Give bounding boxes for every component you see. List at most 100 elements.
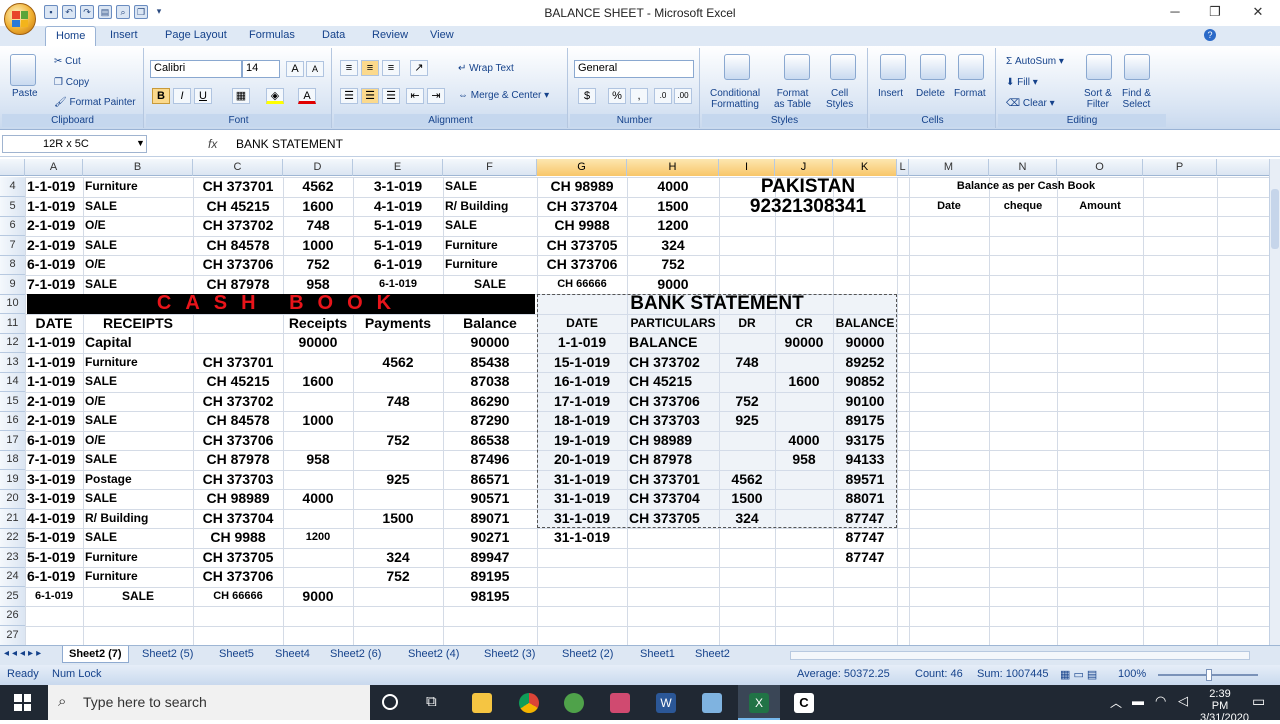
column-header[interactable]: C — [193, 159, 283, 176]
media-app-icon[interactable] — [610, 693, 630, 713]
sheet-tab[interactable]: Sheet2 (3) — [484, 648, 535, 660]
cell-styles-button[interactable]: Cell Styles — [826, 88, 853, 110]
column-header[interactable]: M — [909, 159, 989, 176]
receipts-cell[interactable]: 958 — [285, 450, 351, 470]
row-header[interactable]: 23 — [0, 548, 25, 568]
particulars-cell[interactable]: SALE — [85, 236, 191, 256]
zoom-level[interactable]: 100% — [1118, 668, 1146, 680]
cheque-cell[interactable]: CH 373702 — [195, 392, 281, 412]
format-cells-button[interactable]: Format — [954, 88, 986, 99]
bank-particulars-cell[interactable]: CH 373705 — [629, 509, 717, 529]
particulars-cell[interactable]: Furniture — [85, 548, 191, 568]
sheet-tab[interactable]: Sheet4 — [275, 648, 310, 660]
format-as-table-button[interactable]: Format as Table — [774, 88, 811, 110]
sheet-tab[interactable]: Sheet2 (5) — [142, 648, 193, 660]
amount-cell[interactable]: 1200 — [629, 216, 717, 236]
bank-balance-cell[interactable]: 87747 — [835, 548, 895, 568]
tab-insert[interactable]: Insert — [110, 29, 138, 41]
bank-particulars-cell[interactable]: CH 87978 — [629, 450, 717, 470]
bank-particulars-cell[interactable]: BALANCE — [629, 333, 717, 353]
cheque-cell[interactable]: CH 9988 — [195, 528, 281, 548]
particulars-cell[interactable]: Furniture — [85, 353, 191, 373]
date-cell[interactable]: 2-1-019 — [27, 411, 81, 431]
particulars-cell[interactable]: SALE — [85, 587, 191, 607]
receipts-cell[interactable]: 90000 — [285, 333, 351, 353]
date-cell[interactable]: 3-1-019 — [27, 470, 81, 490]
bank-dr-cell[interactable] — [721, 450, 773, 470]
bank-particulars-cell[interactable] — [629, 528, 717, 548]
particulars-cell[interactable]: Furniture — [445, 255, 535, 275]
cash-book-header[interactable]: Receipts — [285, 314, 351, 334]
cheque-cell[interactable]: CH 373705 — [539, 236, 625, 256]
bank-cr-cell[interactable] — [777, 548, 831, 568]
date-cell[interactable]: 5-1-019 — [355, 216, 441, 236]
amount-cell[interactable]: 1000 — [285, 236, 351, 256]
row-header[interactable]: 24 — [0, 567, 25, 587]
bank-particulars-cell[interactable]: CH 373703 — [629, 411, 717, 431]
delete-cells-icon[interactable] — [920, 54, 946, 80]
font-name-select[interactable]: Calibri — [150, 60, 242, 78]
balance-cell[interactable]: 86571 — [445, 470, 535, 490]
particulars-cell[interactable]: R/ Building — [445, 197, 535, 217]
balance-cell[interactable]: 90000 — [445, 333, 535, 353]
amount-cell[interactable]: 1500 — [629, 197, 717, 217]
column-header[interactable]: G — [537, 159, 627, 176]
increase-indent-icon[interactable]: ⇥ — [427, 88, 445, 104]
notifications-icon[interactable]: ▭ — [1252, 693, 1265, 710]
sheet-tab[interactable]: Sheet2 (6) — [330, 648, 381, 660]
worksheet-grid[interactable]: 1-1-019 Furniture CH 373701 4562 3-1-019 SALE… — [25, 177, 1269, 645]
particulars-cell[interactable]: Furniture — [85, 567, 191, 587]
cheque-cell[interactable]: CH 373702 — [195, 216, 281, 236]
bank-balance-cell[interactable]: 94133 — [835, 450, 895, 470]
date-cell[interactable]: 6-1-019 — [355, 275, 441, 295]
bank-cr-cell[interactable] — [777, 528, 831, 548]
percent-button[interactable]: % — [608, 88, 626, 104]
cheque-cell[interactable]: CH 373701 — [195, 177, 281, 197]
bank-balance-cell[interactable]: 89252 — [835, 353, 895, 373]
date-cell[interactable]: 4-1-019 — [355, 197, 441, 217]
cheque-cell[interactable]: CH 9988 — [539, 216, 625, 236]
date-cell[interactable]: 7-1-019 — [27, 275, 81, 295]
format-as-table-icon[interactable] — [784, 54, 810, 80]
date-cell[interactable]: 1-1-019 — [27, 353, 81, 373]
conditional-formatting-button[interactable]: Conditional Formatting — [710, 88, 760, 110]
sort-filter-button[interactable]: Sort & Filter — [1084, 88, 1112, 110]
vertical-scroll-thumb[interactable] — [1271, 189, 1279, 249]
grow-font-icon[interactable]: A — [286, 61, 304, 77]
payments-cell[interactable] — [355, 528, 441, 548]
row-header[interactable]: 27 — [0, 626, 25, 646]
particulars-cell[interactable]: SALE — [85, 197, 191, 217]
cheque-cell[interactable]: CH 373704 — [195, 509, 281, 529]
amount-cell[interactable]: 752 — [629, 255, 717, 275]
date-cell[interactable]: 7-1-019 — [27, 450, 81, 470]
cheque-cell[interactable]: CH 87978 — [195, 275, 281, 295]
font-size-select[interactable]: 14 — [242, 60, 280, 78]
paste-icon[interactable] — [10, 54, 36, 86]
cash-book-header[interactable]: RECEIPTS — [85, 314, 191, 334]
payments-cell[interactable]: 925 — [355, 470, 441, 490]
bank-statement-header[interactable]: DATE — [539, 314, 625, 334]
cheque-cell[interactable]: CH 45215 — [195, 197, 281, 217]
bank-dr-cell[interactable]: 925 — [721, 411, 773, 431]
cash-book-title[interactable]: CASH BOOK — [27, 294, 535, 314]
column-header[interactable]: H — [627, 159, 719, 176]
bank-balance-cell[interactable]: 89175 — [835, 411, 895, 431]
particulars-cell[interactable]: Furniture — [85, 177, 191, 197]
cheque-cell[interactable]: CH 66666 — [539, 275, 625, 295]
balance-cell[interactable]: 90271 — [445, 528, 535, 548]
receipts-cell[interactable] — [285, 567, 351, 587]
office-button[interactable] — [4, 3, 36, 35]
bank-date-cell[interactable] — [539, 548, 625, 568]
date-cell[interactable]: 1-1-019 — [27, 372, 81, 392]
bank-particulars-cell[interactable]: CH 373702 — [629, 353, 717, 373]
vertical-scrollbar[interactable] — [1269, 159, 1280, 645]
bank-date-cell[interactable]: 1-1-019 — [539, 333, 625, 353]
particulars-cell[interactable]: SALE — [85, 411, 191, 431]
bank-dr-cell[interactable] — [721, 333, 773, 353]
date-cell[interactable]: 1-1-019 — [27, 177, 81, 197]
camtasia-icon[interactable]: C — [794, 693, 814, 713]
bank-date-cell[interactable]: 17-1-019 — [539, 392, 625, 412]
bank-date-cell[interactable]: 15-1-019 — [539, 353, 625, 373]
cut-button[interactable]: ✂ Cut — [54, 56, 81, 67]
bank-dr-cell[interactable] — [721, 431, 773, 451]
